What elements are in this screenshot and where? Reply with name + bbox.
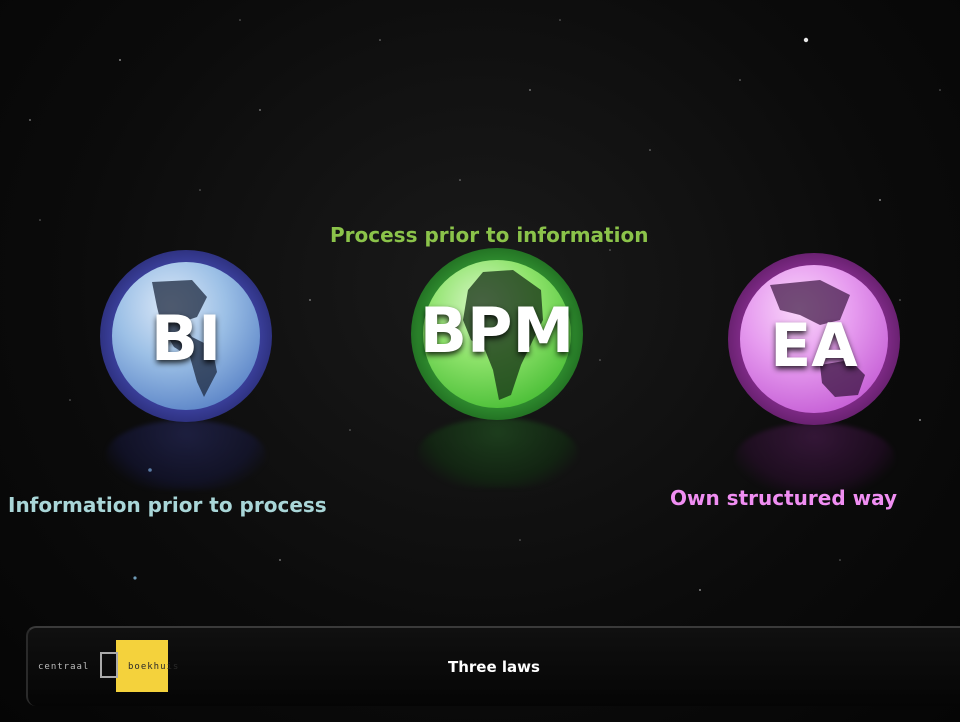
book-icon: [100, 652, 118, 678]
ea-globe: EA: [728, 253, 900, 425]
footer-bar: centraal boekhuis Three laws: [26, 626, 960, 706]
bi-caption: Information prior to process: [8, 493, 327, 517]
bpm-globe-label: BPM: [419, 294, 575, 367]
bpm-caption: Process prior to information: [330, 223, 649, 247]
logo-text-left: centraal: [38, 662, 90, 672]
bi-globe-label: BI: [150, 302, 222, 375]
bpm-globe-reflection: [418, 418, 578, 488]
bpm-globe: BPM: [411, 248, 583, 420]
ea-globe-reflection: [735, 423, 895, 493]
centraal-boekhuis-logo: centraal boekhuis: [38, 640, 198, 692]
ea-globe-label: EA: [770, 311, 858, 381]
bi-globe: BI: [100, 250, 272, 422]
bi-globe-reflection: [106, 420, 266, 490]
slide-title: Three laws: [448, 658, 540, 676]
logo-text-right: boekhuis: [128, 662, 180, 672]
ea-caption: Own structured way: [670, 486, 898, 510]
